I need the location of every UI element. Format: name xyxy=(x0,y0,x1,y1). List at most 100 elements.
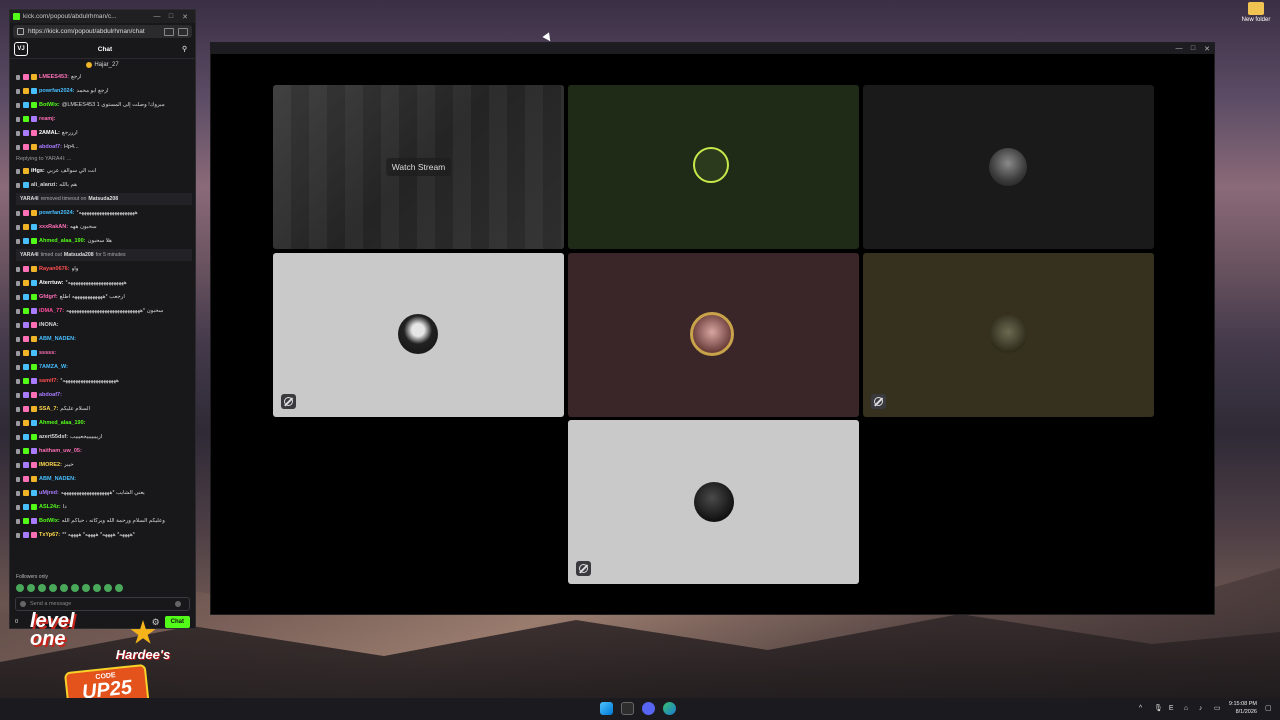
maximize-button[interactable]: □ xyxy=(164,13,178,20)
address-bar[interactable]: https://kick.com/popout/abdulrhman/chat xyxy=(13,25,192,38)
pin-icon[interactable] xyxy=(16,102,20,108)
chat-message[interactable]: Rayan0676: واو xyxy=(16,262,192,276)
chat-username[interactable]: abdoaf7: xyxy=(39,392,62,398)
chat-message[interactable]: ABM_NADEN: xyxy=(16,472,192,486)
emote-icon[interactable] xyxy=(49,584,57,592)
chat-message[interactable]: LMEES453: ارجع xyxy=(16,70,192,84)
chat-username[interactable]: xxxRakAN: xyxy=(39,224,68,230)
site-info-icon[interactable] xyxy=(17,28,24,35)
watch-stream-button[interactable]: Watch Stream xyxy=(385,158,452,176)
pinned-gifter[interactable]: Hajar_27 xyxy=(10,59,195,70)
pin-icon[interactable] xyxy=(16,116,20,122)
close-button[interactable]: ✕ xyxy=(1200,45,1214,53)
chat-username[interactable]: TxYp67: xyxy=(39,532,60,538)
pin-icon[interactable] xyxy=(16,308,20,314)
chevron-up-icon[interactable]: ^ xyxy=(1139,705,1146,712)
participant-tile[interactable] xyxy=(568,420,859,584)
clock[interactable]: 9:15:08 PM 8/1/2026 xyxy=(1229,700,1257,716)
chat-username[interactable]: azert55dsf: xyxy=(39,434,68,440)
emote-icon[interactable] xyxy=(71,584,79,592)
chat-message[interactable]: sssss: xyxy=(16,346,192,360)
pin-icon[interactable] xyxy=(16,168,20,174)
chat-message[interactable]: haitham_uw_05: xyxy=(16,444,192,458)
chat-username[interactable]: Aterrtuw: xyxy=(39,280,63,286)
chat-message[interactable]: BotWix: وعليكم السلام ورحمة الله وبركاته … xyxy=(16,514,192,528)
pin-icon[interactable] xyxy=(16,294,20,300)
minimize-button[interactable]: — xyxy=(1172,45,1186,52)
chat-username[interactable]: iDMA_77: xyxy=(39,308,64,314)
pin-icon[interactable] xyxy=(16,322,20,328)
participant-tile[interactable] xyxy=(863,253,1154,417)
chat-message[interactable]: Ahmed_alaa_190: هلا سحبون xyxy=(16,234,192,248)
chat-username[interactable]: abdoaf7: xyxy=(39,144,62,150)
chat-username[interactable]: LMEES453: xyxy=(39,74,69,80)
desktop-folder[interactable]: New folder xyxy=(1238,2,1274,23)
chat-message[interactable]: BotWix: @LMEES453 مبروك! وصلت إلى المستوى… xyxy=(16,98,192,112)
chat-message[interactable]: iNONA: xyxy=(16,318,192,332)
pin-icon[interactable] xyxy=(16,210,20,216)
pin-icon[interactable] xyxy=(16,476,20,482)
chat-message[interactable]: powrfan2024: *ههههههههههههههههههههههه xyxy=(16,206,192,220)
participant-tile[interactable] xyxy=(863,85,1154,249)
pin-icon[interactable] xyxy=(16,462,20,468)
pin-icon[interactable] xyxy=(16,434,20,440)
pin-icon[interactable] xyxy=(16,406,20,412)
pin-icon[interactable] xyxy=(16,182,20,188)
chat-username[interactable]: Ahmed_alaa_190: xyxy=(39,420,85,426)
chat-username[interactable]: ASL24z: xyxy=(39,504,61,510)
pin-icon[interactable] xyxy=(16,266,20,272)
close-button[interactable]: ✕ xyxy=(178,13,192,21)
discord-icon[interactable] xyxy=(642,702,655,715)
chat-message[interactable]: abdoaf7: xyxy=(16,388,192,402)
pin-icon[interactable] xyxy=(16,238,20,244)
emote-icon[interactable] xyxy=(115,584,123,592)
user-list-icon[interactable]: ⚲ xyxy=(182,45,191,54)
chat-username[interactable]: reamj: xyxy=(39,116,56,122)
pin-icon[interactable] xyxy=(16,392,20,398)
language-icon[interactable]: E xyxy=(1169,705,1176,712)
pin-icon[interactable] xyxy=(16,74,20,80)
chat-message[interactable]: xxxRakAN: سحبون ههه xyxy=(16,220,192,234)
emote-icon[interactable] xyxy=(104,584,112,592)
chat-username[interactable]: ali_alanzi: xyxy=(31,182,57,188)
chat-username[interactable]: samif7: xyxy=(39,378,58,384)
emote-icon[interactable] xyxy=(82,584,90,592)
chat-message[interactable]: abdoaf7: Hp4... xyxy=(16,140,192,154)
pin-icon[interactable] xyxy=(16,144,20,150)
chat-message[interactable]: Gfdgrf: ارجعب *ههههههههههههه اطلع xyxy=(16,290,192,304)
chat-username[interactable]: 7AMZA_W: xyxy=(39,364,68,370)
chat-username[interactable]: Rayan0676: xyxy=(39,266,70,272)
emote-icon[interactable] xyxy=(27,584,35,592)
chat-username[interactable]: 2AMAL: xyxy=(39,130,60,136)
pin-icon[interactable] xyxy=(16,336,20,342)
pin-icon[interactable] xyxy=(16,378,20,384)
chat-message[interactable]: 2AMAL: ارررجع xyxy=(16,126,192,140)
chat-message[interactable]: ASL24z: دا xyxy=(16,500,192,514)
emote-icon[interactable] xyxy=(38,584,46,592)
emote-icon[interactable] xyxy=(60,584,68,592)
notification-icon[interactable]: ▢ xyxy=(1265,705,1272,712)
chat-username[interactable]: ABM_NADEN: xyxy=(39,336,76,342)
chat-message[interactable]: IMORE2: خيبر xyxy=(16,458,192,472)
chat-message[interactable]: TxYp67: ** ههههه* ههههه* ههههه* ههههه* xyxy=(16,528,192,542)
pin-icon[interactable] xyxy=(16,130,20,136)
reader-icon[interactable] xyxy=(178,27,188,36)
zoom-icon[interactable] xyxy=(164,27,174,36)
pin-icon[interactable] xyxy=(16,88,20,94)
chat-message[interactable]: SSA_7: السلام عليكم xyxy=(16,402,192,416)
volume-icon[interactable]: ♪ xyxy=(1199,705,1206,712)
chat-username[interactable]: IMORE2: xyxy=(39,462,62,468)
chat-username[interactable]: Ahmed_alaa_190: xyxy=(39,238,85,244)
chat-username[interactable]: powrfan2024: xyxy=(39,88,74,94)
pin-icon[interactable] xyxy=(16,224,20,230)
chat-username[interactable]: iNONA: xyxy=(39,322,59,328)
emote-quickbar[interactable] xyxy=(10,582,195,594)
participant-tile[interactable] xyxy=(273,253,564,417)
stream-tile[interactable]: Watch Stream xyxy=(273,85,564,249)
chat-username[interactable]: Gfdgrf: xyxy=(39,294,58,300)
chat-message[interactable]: ABM_NADEN: xyxy=(16,332,192,346)
pin-icon[interactable] xyxy=(16,504,20,510)
chat-message[interactable]: Ahmed_alaa_190: xyxy=(16,416,192,430)
chat-message[interactable]: samif7: *هههههههههههههههههههههه xyxy=(16,374,192,388)
chat-message[interactable]: ali_alanzi: هم بالله xyxy=(16,178,192,192)
